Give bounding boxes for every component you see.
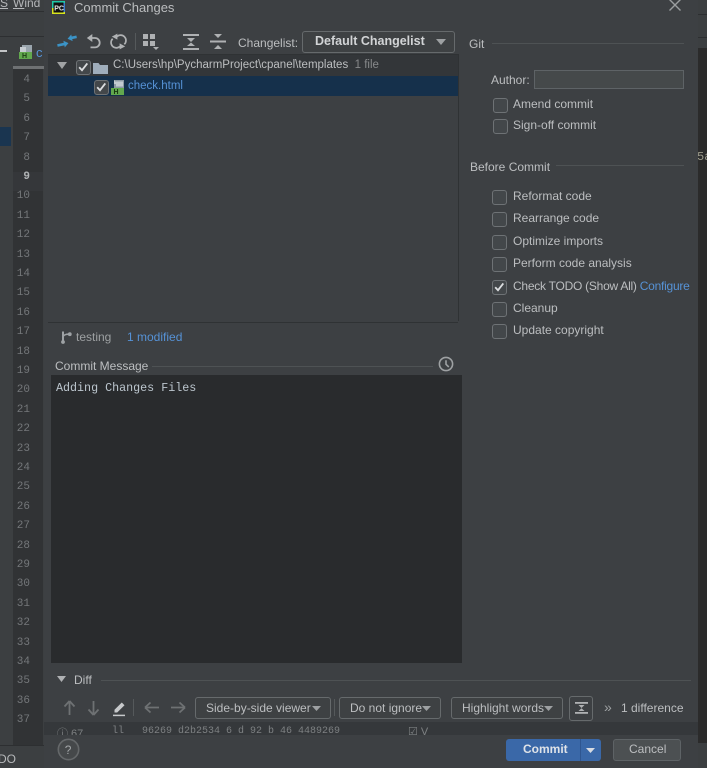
svg-text:PC: PC xyxy=(54,6,64,13)
svg-text:?: ? xyxy=(65,743,72,757)
svg-text:H: H xyxy=(22,53,27,60)
svg-text:H: H xyxy=(114,89,119,96)
